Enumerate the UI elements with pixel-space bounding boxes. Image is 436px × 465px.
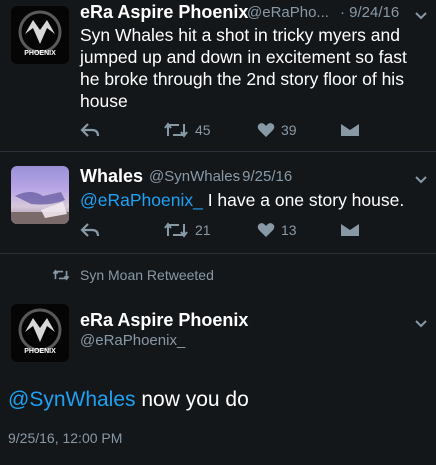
message-button[interactable] — [340, 222, 360, 238]
retweet-icon — [52, 269, 70, 281]
tweet-text: @SynWhales now you do — [8, 388, 249, 412]
tweet-text: @eRaPhoenix_ I have a one story house. — [80, 189, 430, 211]
chevron-down-icon[interactable] — [414, 8, 428, 24]
heart-icon — [257, 123, 275, 137]
reply-button[interactable] — [80, 222, 100, 238]
avatar-label: PHOENIX — [24, 348, 56, 355]
whale-avatar-image — [11, 192, 69, 224]
author-handle[interactable]: @SynWhales — [149, 168, 240, 185]
retweet-count: 45 — [195, 122, 211, 138]
avatar[interactable]: PHOENIX — [11, 304, 69, 362]
message-button[interactable] — [340, 122, 360, 138]
retweet-icon — [164, 122, 188, 138]
author-handle[interactable]: @eRaPhoenix_ — [80, 332, 185, 349]
tweet-timestamp[interactable]: 9/25/16, 12:00 PM — [8, 430, 122, 446]
avatar[interactable] — [11, 166, 69, 224]
tweet-body: now you do — [135, 388, 249, 411]
mention-link[interactable]: @SynWhales — [8, 388, 136, 411]
tweet-1[interactable]: PHOENIX eRa Aspire Phoenix @eRaPho... · … — [0, 0, 436, 150]
like-count: 39 — [281, 122, 297, 138]
tweet-text: Syn Whales hit a shot in tricky myers an… — [80, 25, 407, 111]
avatar-label: PHOENIX — [24, 50, 56, 57]
retweet-icon — [164, 222, 188, 238]
reply-icon — [80, 123, 100, 137]
tweet-body: I have a one story house. — [202, 190, 405, 210]
like-button[interactable]: 39 — [257, 122, 297, 138]
tweet-2[interactable]: Whales @SynWhales · 9/25/16 @eRaPhoenix_… — [0, 152, 436, 252]
retweet-count: 21 — [195, 222, 211, 238]
chevron-down-icon[interactable] — [414, 172, 428, 188]
divider — [0, 253, 436, 254]
author-name[interactable]: Whales — [80, 166, 143, 187]
avatar[interactable]: PHOENIX — [11, 6, 69, 64]
author-handle[interactable]: @eRaPho... — [247, 4, 329, 21]
retweet-button[interactable]: 21 — [163, 222, 211, 238]
like-count: 13 — [281, 222, 297, 238]
mention-link[interactable]: @eRaPhoenix_ — [80, 190, 203, 210]
heart-icon — [257, 223, 275, 237]
reply-icon — [80, 223, 100, 237]
message-icon — [341, 124, 359, 136]
reply-button[interactable] — [80, 122, 100, 138]
message-icon — [341, 224, 359, 236]
retweet-notice-text: Syn Moan Retweeted — [80, 267, 214, 283]
author-name[interactable]: eRa Aspire Phoenix — [80, 2, 248, 23]
tweet-date[interactable]: · 9/24/16 — [340, 4, 399, 21]
retweet-button[interactable]: 45 — [163, 122, 211, 138]
chevron-down-icon[interactable] — [414, 316, 428, 332]
like-button[interactable]: 13 — [257, 222, 297, 238]
retweet-notice[interactable]: Syn Moan Retweeted — [52, 267, 214, 283]
tweet-date[interactable]: · 9/25/16 — [233, 168, 292, 185]
author-name[interactable]: eRa Aspire Phoenix — [80, 310, 248, 331]
